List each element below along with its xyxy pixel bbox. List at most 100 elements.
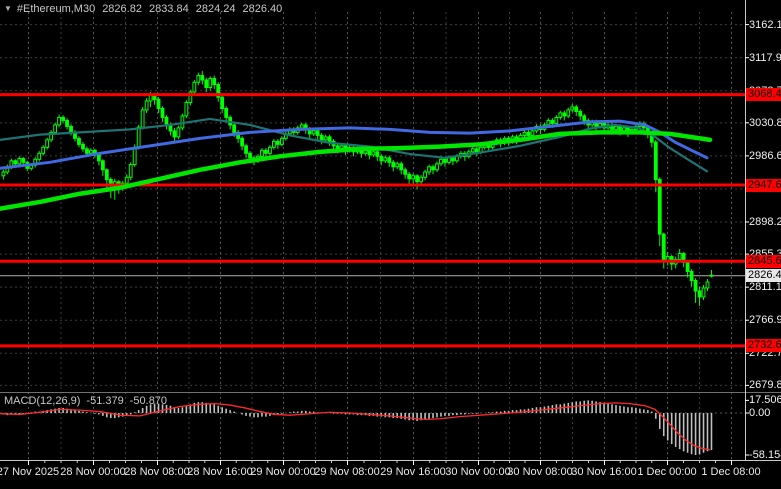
candlestick [443,158,447,163]
chart-ohlc-header: ▼ #Ethereum,M30 2826.82 2833.84 2824.24 2826.… [4,3,282,15]
candlestick [367,149,372,156]
price-tick-label: 3030.80 [749,116,781,129]
candlestick [327,136,332,142]
candlestick [81,143,85,150]
price-tick-label: 2679.80 [749,379,781,392]
candlestick [578,110,583,117]
candlestick [41,146,46,154]
candlestick [526,131,531,136]
candlestick [160,107,165,118]
ohlc-low: 2824.24 [195,3,236,15]
candlestick [319,134,324,141]
candlestick [1,171,6,177]
macd-signal-value: -50.870 [129,395,168,407]
candlestick [57,116,61,126]
candlestick [208,78,213,89]
price-tick-label: 2898.20 [749,216,781,228]
candlestick [614,125,618,130]
candlestick [69,125,73,133]
level-price-badge: 2732.60 [746,339,781,353]
candlestick [272,140,276,148]
candlestick [299,124,304,129]
candlestick [184,101,189,117]
candlestick [701,287,706,298]
candlestick [407,173,412,180]
candlestick [379,155,384,162]
candlestick [176,127,181,138]
candlestick [232,124,237,133]
candlestick [411,175,416,180]
candlestick [431,166,435,171]
candlestick [248,152,252,159]
candlestick [423,171,427,178]
candlestick [419,176,423,183]
macd-tick-label: -58.154 [749,449,781,461]
candlestick [693,279,698,292]
candlestick [53,124,58,133]
candlestick [415,175,420,183]
candlestick [522,131,527,136]
candlestick [156,98,161,109]
candlestick [530,130,535,136]
price-tick-label: 2766.90 [749,314,781,327]
macd-tick-label: 17.506 [749,394,781,407]
candlestick [212,78,217,86]
candlestick [447,157,451,163]
price-chart-pane[interactable] [0,0,745,392]
candlestick [275,140,280,145]
candlestick [192,81,197,93]
candlestick [17,158,22,165]
candlestick [124,176,129,184]
candlestick [562,112,567,117]
candlestick [661,233,666,263]
candlestick [474,148,479,153]
candlestick [566,109,571,117]
candlestick [260,149,264,157]
candlestick [582,115,587,121]
candlestick [546,119,551,126]
candlestick [224,107,229,118]
ohlc-open: 2826.82 [102,3,142,15]
price-tick-label: 3117.90 [749,51,781,64]
candlestick [554,116,559,124]
symbol-dropdown-icon[interactable]: ▼ [4,4,12,13]
candlestick [65,119,69,127]
price-tick-label: 3162.10 [749,18,781,31]
candlestick [371,151,376,156]
candlestick [439,158,443,165]
candlestick [705,281,710,289]
macd-main-value: -51.379 [86,395,124,407]
macd-name: MACD(12,26,9) [4,395,81,407]
candlestick [427,166,431,173]
candlestick [574,106,579,112]
current-price-badge: 2826.40 [746,269,781,283]
candlestick [37,152,42,160]
candlestick [323,136,328,141]
candlestick [391,161,396,168]
candlestick [435,163,439,171]
candlestick [478,146,483,153]
candlestick [689,271,694,281]
candlestick [470,148,475,153]
time-axis-label: 29 Nov 08:00 [314,466,380,478]
candlestick [399,163,404,171]
candlestick [709,274,714,277]
symbol-name: #Ethereum,M30 [16,3,96,15]
candlestick [653,141,658,181]
candlestick [100,160,105,171]
candlestick [85,148,89,154]
ohlc-close: 2826.40 [242,3,283,15]
candlestick [196,75,201,83]
candlestick [570,106,575,111]
candlestick [128,164,133,178]
candlestick [550,119,555,124]
candlestick [172,130,177,138]
candlestick [264,149,268,154]
candlestick [375,151,380,157]
chart-canvas [0,0,781,465]
candlestick [45,139,50,148]
candlestick [268,146,272,154]
price-tick-label: 2811.10 [749,281,781,294]
candlestick [136,126,141,148]
candlestick [244,145,248,154]
